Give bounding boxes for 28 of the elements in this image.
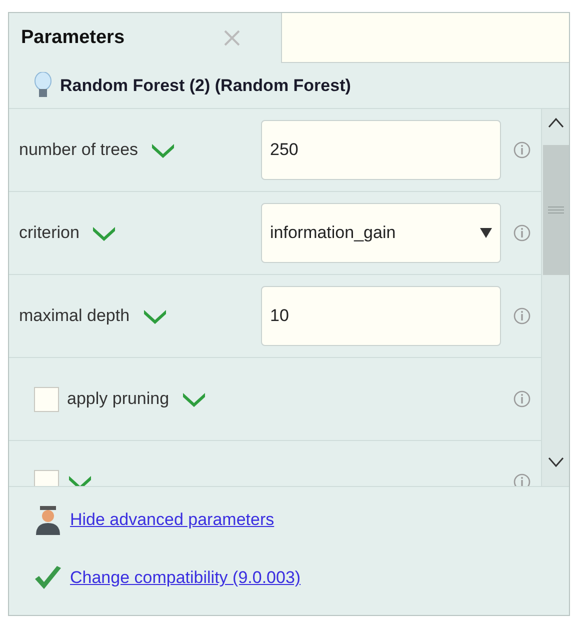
parameter-label: criterion: [19, 222, 80, 244]
chevron-down-icon: [67, 473, 93, 486]
info-icon[interactable]: [513, 307, 531, 325]
chevron-down-icon: [142, 307, 168, 325]
checkbox[interactable]: [34, 386, 59, 412]
lightbulb-icon: [34, 72, 52, 100]
info-icon[interactable]: [513, 224, 531, 242]
parameter-label: apply pruning: [67, 388, 170, 410]
checkmark-icon: [34, 565, 62, 591]
chevron-down-icon: [91, 224, 118, 242]
info-icon[interactable]: [513, 390, 531, 408]
dropdown-arrow-icon: [480, 228, 492, 238]
value-field[interactable]: 10: [261, 286, 501, 346]
close-icon[interactable]: [223, 29, 241, 47]
criterion-dropdown[interactable]: information_gain: [261, 203, 501, 263]
parameter-label: maximal depth: [19, 305, 130, 328]
operator-title: Random Forest (2) (Random Forest): [60, 74, 351, 97]
scrollbar[interactable]: [541, 109, 569, 486]
value-field[interactable]: 250: [261, 120, 501, 180]
chevron-down-icon: [150, 141, 176, 159]
person-icon: [34, 505, 62, 535]
link[interactable]: Change compatibility (9.0.003): [70, 565, 301, 591]
info-icon[interactable]: [513, 473, 531, 486]
chevron-down-icon: [181, 390, 208, 408]
link[interactable]: Hide advanced parameters: [70, 507, 274, 533]
grip-icon: [548, 206, 564, 214]
info-icon[interactable]: [513, 141, 531, 159]
parameter-label: number of trees: [19, 139, 138, 162]
